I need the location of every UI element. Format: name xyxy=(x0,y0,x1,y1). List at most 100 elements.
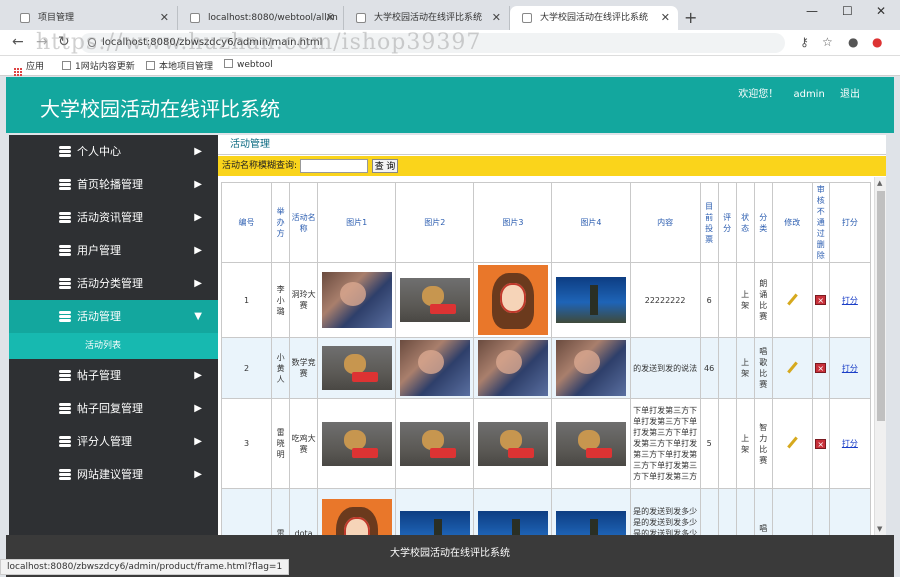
pencil-icon[interactable] xyxy=(787,437,798,448)
delete-icon[interactable]: × xyxy=(815,363,827,373)
sidebar-item-category[interactable]: 活动分类管理 ▶ xyxy=(9,267,218,300)
scroll-down-icon[interactable]: ▼ xyxy=(877,525,882,533)
night-sky-image[interactable] xyxy=(399,510,470,535)
browser-tab-2[interactable]: localhost:8080/webtool/all/in ✕ xyxy=(178,6,344,30)
logout-link[interactable]: 退出 xyxy=(840,89,860,100)
cell-image-2 xyxy=(395,488,475,535)
rate-link[interactable]: 打分 xyxy=(842,364,858,373)
sidebar-item-replies[interactable]: 帖子回复管理 ▶ xyxy=(9,392,218,425)
sidebar-item-users[interactable]: 用户管理 ▶ xyxy=(9,234,218,267)
page-icon xyxy=(356,13,366,23)
search-input[interactable] xyxy=(300,159,368,173)
hug-photo-image[interactable] xyxy=(399,340,470,396)
rate-link[interactable]: 打分 xyxy=(842,439,858,448)
cell-category: 唱歌比赛 xyxy=(753,337,773,399)
delete-icon[interactable]: × xyxy=(815,295,827,305)
bear-car-image[interactable] xyxy=(477,421,548,466)
maximize-icon[interactable]: ☐ xyxy=(842,4,853,18)
page-title: 活动管理 xyxy=(218,135,886,155)
bookmark-item[interactable]: 1网站内容更新 xyxy=(62,59,135,72)
sidebar-item-activities[interactable]: 活动管理 ▼ xyxy=(9,300,218,333)
bear-car-image[interactable] xyxy=(399,278,470,322)
forward-arrow-icon[interactable]: → xyxy=(36,34,48,50)
bookmark-apps[interactable]: 应用 xyxy=(14,59,44,76)
column-header: 审核不通过删除 xyxy=(811,182,830,263)
search-button[interactable]: 查 询 xyxy=(372,159,398,173)
column-header: 图片4 xyxy=(551,182,631,263)
back-arrow-icon[interactable]: ← xyxy=(12,34,24,50)
sidebar-item-label: 评分人管理 xyxy=(77,435,132,448)
bookmark-item[interactable]: 本地项目管理 xyxy=(146,59,213,72)
cell-image-3 xyxy=(473,488,553,535)
night-sky-image[interactable] xyxy=(555,510,626,535)
reload-icon[interactable]: ↻ xyxy=(58,34,70,50)
browser-tab-4[interactable]: 大学校园活动在线评比系统 ✕ xyxy=(510,6,678,30)
sidebar-subitem-activity-list[interactable]: 活动列表 xyxy=(9,333,218,359)
bear-car-image[interactable] xyxy=(321,421,392,466)
sidebar-item-label: 活动管理 xyxy=(77,310,121,323)
bear-car-image[interactable] xyxy=(321,346,392,390)
hug-photo-image[interactable] xyxy=(477,340,548,396)
hug-photo-image[interactable] xyxy=(555,340,626,396)
page-icon xyxy=(190,13,200,23)
chevron-right-icon: ▶ xyxy=(194,469,202,480)
cartoon-girl-image[interactable] xyxy=(321,498,392,535)
browser-tab-bar: 项目管理 ✕ localhost:8080/webtool/all/in ✕ 大… xyxy=(0,0,900,30)
sidebar-item-carousel[interactable]: 首页轮播管理 ▶ xyxy=(9,168,218,201)
night-sky-image[interactable] xyxy=(477,510,548,535)
column-header: 内容 xyxy=(629,182,701,263)
sidebar-item-suggestions[interactable]: 网站建议管理 ▶ xyxy=(9,458,218,491)
cell-id: 2 xyxy=(221,337,273,399)
browser-tab-3[interactable]: 大学校园活动在线评比系统 ✕ xyxy=(344,6,510,30)
sidebar-item-raters[interactable]: 评分人管理 ▶ xyxy=(9,425,218,458)
welcome-text: 欢迎您！ xyxy=(738,89,779,100)
cell-image-1 xyxy=(317,488,397,535)
pencil-icon[interactable] xyxy=(787,362,798,373)
close-icon[interactable]: ✕ xyxy=(492,6,501,30)
night-sky-image[interactable] xyxy=(555,277,626,323)
close-icon[interactable]: ✕ xyxy=(326,6,335,30)
cell-image-2 xyxy=(395,262,475,338)
browser-tab-1[interactable]: 项目管理 ✕ xyxy=(8,6,178,30)
scroll-up-icon[interactable]: ▲ xyxy=(877,179,882,187)
table-scrollbar[interactable]: ▲ ▼ xyxy=(874,177,886,535)
bear-car-image[interactable] xyxy=(555,421,626,466)
column-header: 状态 xyxy=(735,182,755,263)
pencil-icon[interactable] xyxy=(787,294,798,305)
bookmark-item[interactable]: webtool xyxy=(224,59,273,70)
app-header: 大学校园活动在线评比系统 欢迎您！ admin 退出 xyxy=(6,77,894,133)
sidebar-item-posts[interactable]: 帖子管理 ▶ xyxy=(9,359,218,392)
key-icon[interactable]: ⚷ xyxy=(800,35,809,49)
cell-content: 22222222 xyxy=(629,262,701,338)
close-icon[interactable]: ✕ xyxy=(160,6,169,30)
cell-rate: 打分 xyxy=(828,262,871,338)
minimize-icon[interactable]: — xyxy=(806,4,818,18)
sidebar-item-label: 活动分类管理 xyxy=(77,277,143,290)
sidebar-item-news[interactable]: 活动资讯管理 ▶ xyxy=(9,201,218,234)
profile-icon[interactable]: ● xyxy=(848,35,858,49)
database-icon xyxy=(59,370,71,381)
delete-icon[interactable]: × xyxy=(815,438,827,449)
extension-icon[interactable]: ● xyxy=(872,35,882,49)
new-tab-button[interactable]: + xyxy=(684,8,697,27)
scrollbar-thumb[interactable] xyxy=(877,191,885,421)
cell-category: 智力比赛 xyxy=(753,398,773,489)
column-header: 目前投票 xyxy=(699,182,719,263)
page-icon xyxy=(20,13,30,23)
url-input[interactable]: localhost:8080/zbwszdcy6/admin/main.html xyxy=(80,33,785,53)
cell-organizer: 雷 xyxy=(271,488,291,535)
bear-car-image[interactable] xyxy=(399,421,470,466)
rate-link[interactable]: 打分 xyxy=(842,296,858,305)
cell-score xyxy=(717,398,737,489)
cell-status: 上架 xyxy=(735,262,755,338)
cell-organizer: 小黄人 xyxy=(271,337,291,399)
star-icon[interactable]: ☆ xyxy=(822,35,833,49)
cell-image-1 xyxy=(317,398,397,489)
cartoon-girl-image[interactable] xyxy=(477,265,548,335)
close-icon[interactable]: ✕ xyxy=(661,6,670,30)
page-icon xyxy=(146,61,155,70)
cell-rate: 打分 xyxy=(828,398,871,489)
sidebar-item-personal[interactable]: 个人中心 ▶ xyxy=(9,135,218,168)
hug-photo-image[interactable] xyxy=(321,272,392,328)
close-window-icon[interactable]: ✕ xyxy=(876,4,886,18)
